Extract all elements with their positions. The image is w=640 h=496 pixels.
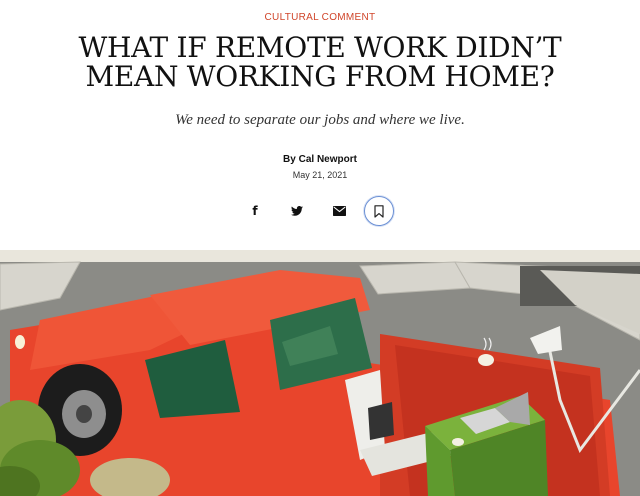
share-bar: f bbox=[0, 196, 640, 226]
article-page: CULTURAL COMMENT WHAT IF REMOTE WORK DID… bbox=[0, 0, 640, 496]
page-title: WHAT IF REMOTE WORK DIDN’T MEAN WORKING … bbox=[78, 31, 562, 93]
share-facebook-button[interactable]: f bbox=[240, 196, 270, 226]
article-dek: We need to separate our jobs and where w… bbox=[175, 112, 465, 128]
coffee-cup bbox=[478, 354, 494, 366]
facebook-icon: f bbox=[252, 204, 258, 218]
share-email-button[interactable] bbox=[324, 196, 354, 226]
rubric-link[interactable]: CULTURAL COMMENT bbox=[0, 12, 640, 23]
byline: By Cal Newport bbox=[0, 154, 640, 165]
bookmark-icon bbox=[374, 204, 384, 218]
save-bookmark-button[interactable] bbox=[364, 196, 394, 226]
publish-date: May 21, 2021 bbox=[292, 170, 348, 180]
hero-illustration bbox=[0, 250, 640, 496]
author-link[interactable]: Cal Newport bbox=[299, 154, 357, 165]
email-icon bbox=[332, 206, 346, 216]
share-twitter-button[interactable] bbox=[282, 196, 312, 226]
twitter-icon bbox=[291, 206, 303, 216]
byline-prefix: By bbox=[283, 154, 296, 165]
